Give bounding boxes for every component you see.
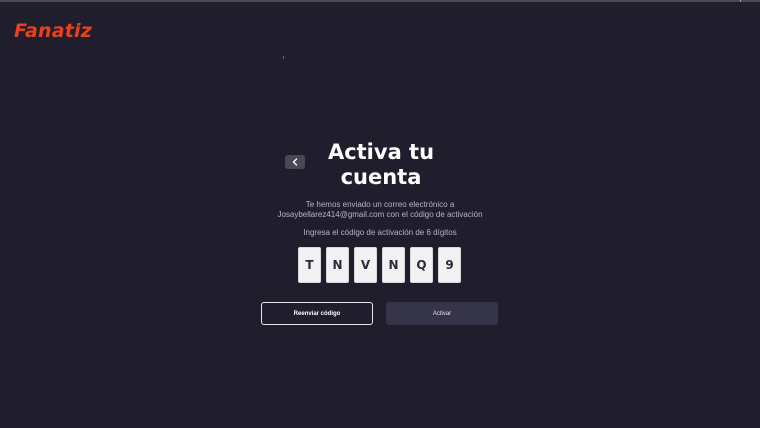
- code-digit-input-5[interactable]: Q: [410, 247, 433, 283]
- chevron-left-icon: [292, 158, 298, 166]
- window-top-tick: [740, 0, 741, 2]
- window-top-border: [0, 0, 760, 2]
- page-title-line2: cuenta: [340, 165, 422, 189]
- code-digit-input-1[interactable]: T: [298, 247, 321, 283]
- code-prompt: Ingresa el código de activación de 6 díg…: [303, 228, 457, 237]
- page-title-line1: Activa tu: [327, 140, 435, 164]
- email-sent-message-line2: Josaybellarez414@gmail.com con el código…: [277, 210, 483, 219]
- decorative-dot: [283, 56, 284, 59]
- page-title: Activa tu cuenta: [300, 140, 462, 190]
- fanatiz-logo[interactable]: Fanatiz: [14, 20, 92, 42]
- code-digit-input-3[interactable]: V: [354, 247, 377, 283]
- resend-code-button[interactable]: Reenviar código: [261, 302, 373, 325]
- code-digit-input-6[interactable]: 9: [438, 247, 461, 283]
- email-sent-message-line1: Te hemos enviado un correo electrónico a: [305, 200, 455, 209]
- code-digit-input-4[interactable]: N: [382, 247, 405, 283]
- code-digit-input-2[interactable]: N: [326, 247, 349, 283]
- activate-button[interactable]: Activar: [386, 302, 498, 325]
- email-sent-message: Te hemos enviado un correo electrónico a…: [180, 200, 580, 220]
